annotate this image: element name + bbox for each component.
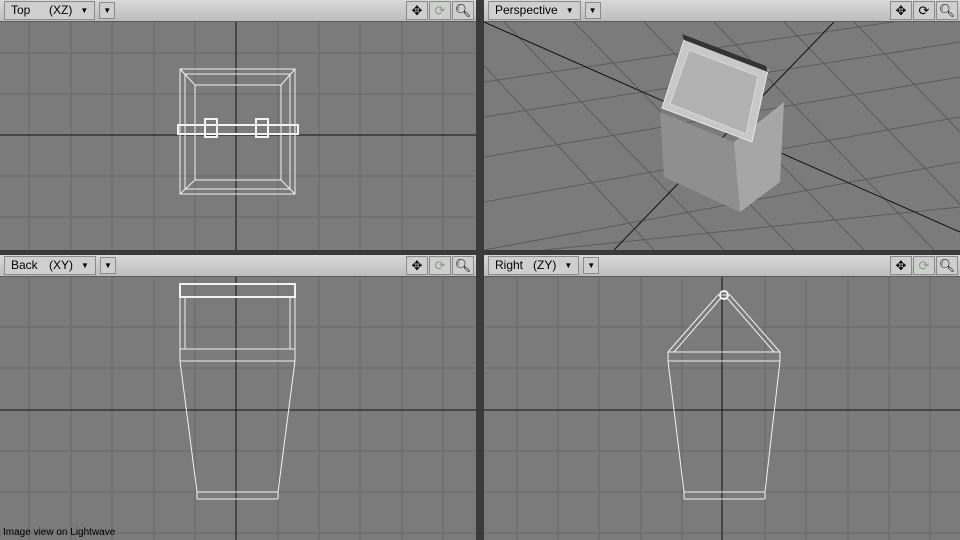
view-type-selector[interactable]: Right (ZY) ▼: [488, 256, 580, 275]
move-view-icon: ✥: [411, 3, 423, 18]
view-type-selector[interactable]: Perspective ▼: [488, 1, 581, 20]
move-view-button[interactable]: ✥: [406, 256, 428, 275]
viewport-header: Right (ZY) ▼ ▼ ✥ ⟳ 🔍︎: [484, 255, 960, 277]
view-options-button[interactable]: ▼: [583, 257, 600, 274]
view-options-button[interactable]: ▼: [584, 2, 601, 19]
zoom-view-button[interactable]: 🔍︎: [936, 256, 958, 275]
zoom-view-button[interactable]: 🔍︎: [936, 1, 958, 20]
viewport-perspective[interactable]: Perspective ▼ ▼ ✥ ⟳ 🔍︎: [484, 0, 960, 250]
view-axes: (ZY): [533, 258, 557, 272]
viewport-header: Top (XZ) ▼ ▼ ✥ ⟳ 🔍︎: [0, 0, 476, 22]
move-view-icon: ✥: [895, 3, 907, 18]
view-type-selector[interactable]: Top (XZ) ▼: [4, 1, 96, 20]
view-axes: (XY): [49, 258, 73, 272]
zoom-view-icon: 🔍︎: [454, 258, 472, 273]
zoom-view-button[interactable]: 🔍︎: [452, 1, 474, 20]
zoom-view-icon: 🔍︎: [938, 258, 956, 273]
model-wireframe: [667, 290, 781, 500]
view-type-selector[interactable]: Back (XY) ▼: [4, 256, 96, 275]
viewport-header: Back (XY) ▼ ▼ ✥ ⟳ 🔍︎: [0, 255, 476, 277]
viewport-canvas[interactable]: [0, 22, 476, 250]
view-label: Perspective: [495, 3, 558, 17]
perspective-drawing: [484, 22, 960, 250]
rotate-view-button[interactable]: ⟳: [429, 1, 451, 20]
chevron-down-icon: ▼: [103, 6, 112, 15]
chevron-down-icon: ▼: [81, 261, 89, 270]
chevron-down-icon: ▼: [565, 6, 574, 15]
grid: [0, 277, 476, 540]
viewport-canvas[interactable]: [0, 277, 476, 540]
view-axes: (XZ): [49, 3, 73, 17]
viewport-canvas[interactable]: [484, 277, 960, 540]
view-label: Right: [495, 258, 524, 272]
view-label: Back: [11, 258, 38, 272]
rotate-view-button[interactable]: ⟳: [913, 1, 935, 20]
view-options-button[interactable]: ▼: [99, 2, 116, 19]
move-view-icon: ✥: [411, 258, 423, 273]
chevron-down-icon: ▼: [564, 261, 573, 270]
chevron-down-icon: ▼: [587, 261, 596, 270]
chevron-down-icon: ▼: [103, 261, 112, 270]
rotate-view-icon: ⟳: [918, 258, 930, 273]
top-view-drawing: [0, 22, 476, 250]
viewport-back[interactable]: Back (XY) ▼ ▼ ✥ ⟳ 🔍︎: [0, 255, 476, 540]
move-view-button[interactable]: ✥: [890, 256, 912, 275]
zoom-view-button[interactable]: 🔍︎: [452, 256, 474, 275]
rotate-view-icon: ⟳: [434, 258, 446, 273]
move-view-icon: ✥: [895, 258, 907, 273]
move-view-button[interactable]: ✥: [406, 1, 428, 20]
model-shaded: [660, 34, 784, 212]
image-caption: Image view on Lightwave: [3, 527, 116, 538]
rotate-view-icon: ⟳: [434, 3, 446, 18]
right-view-drawing: [484, 277, 960, 540]
viewport-header: Perspective ▼ ▼ ✥ ⟳ 🔍︎: [484, 0, 960, 22]
zoom-view-icon: 🔍︎: [454, 3, 472, 18]
chevron-down-icon: ▼: [588, 6, 597, 15]
chevron-down-icon: ▼: [80, 6, 89, 15]
viewport-right[interactable]: Right (ZY) ▼ ▼ ✥ ⟳ 🔍︎: [484, 255, 960, 540]
grid: [0, 22, 476, 250]
rotate-view-button[interactable]: ⟳: [429, 256, 451, 275]
rotate-view-button[interactable]: ⟳: [913, 256, 935, 275]
view-options-button[interactable]: ▼: [99, 257, 116, 274]
view-label: Top: [11, 3, 31, 17]
move-view-button[interactable]: ✥: [890, 1, 912, 20]
back-view-drawing: [0, 277, 476, 540]
viewport-top[interactable]: Top (XZ) ▼ ▼ ✥ ⟳ 🔍︎: [0, 0, 476, 250]
zoom-view-icon: 🔍︎: [938, 3, 956, 18]
rotate-view-icon: ⟳: [918, 3, 930, 18]
viewport-canvas[interactable]: [484, 22, 960, 250]
model-wireframe: [177, 68, 299, 195]
